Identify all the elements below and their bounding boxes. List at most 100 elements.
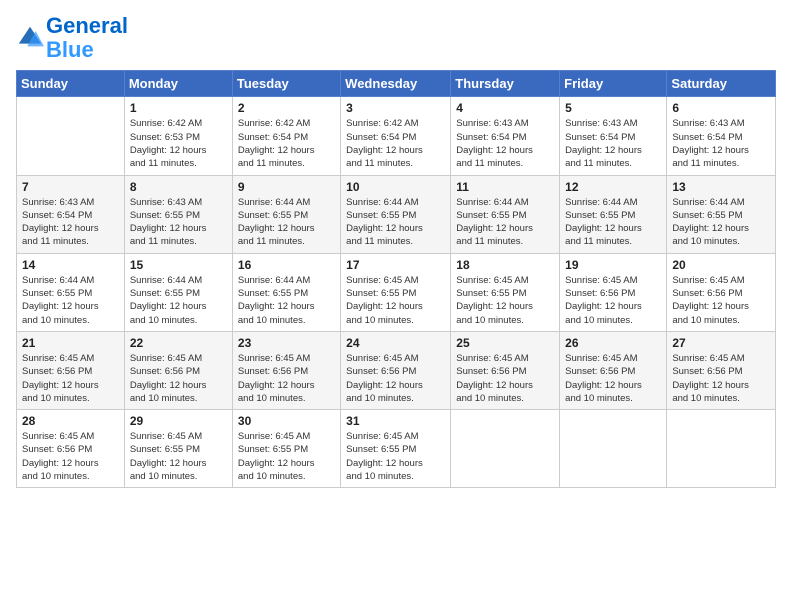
day-info: Sunrise: 6:44 AM Sunset: 6:55 PM Dayligh…: [346, 196, 445, 249]
calendar-cell: 23 Sunrise: 6:45 AM Sunset: 6:56 PM Dayli…: [232, 331, 340, 409]
day-info: Sunrise: 6:45 AM Sunset: 6:55 PM Dayligh…: [346, 274, 445, 327]
calendar-cell: 8 Sunrise: 6:43 AM Sunset: 6:55 PM Daylig…: [124, 175, 232, 253]
day-number: 28: [22, 414, 119, 428]
day-info: Sunrise: 6:45 AM Sunset: 6:55 PM Dayligh…: [238, 430, 335, 483]
day-number: 4: [456, 101, 554, 115]
calendar-cell: [667, 410, 776, 488]
day-number: 8: [130, 180, 227, 194]
logo-text-line1: General: [46, 14, 128, 38]
calendar-cell: 27Sunrise: 6:45 AM Sunset: 6:56 PM Dayli…: [667, 331, 776, 409]
day-number: 23: [238, 336, 335, 350]
day-number: 7: [22, 180, 119, 194]
calendar-week-1: 1 Sunrise: 6:42 AM Sunset: 6:53 PM Daylig…: [17, 97, 776, 175]
calendar-cell: 24 Sunrise: 6:45 AM Sunset: 6:56 PM Dayli…: [341, 331, 451, 409]
day-info: Sunrise: 6:44 AM Sunset: 6:55 PM Dayligh…: [565, 196, 661, 249]
day-info: Sunrise: 6:45 AM Sunset: 6:56 PM Dayligh…: [346, 352, 445, 405]
calendar-cell: 4 Sunrise: 6:43 AM Sunset: 6:54 PM Daylig…: [451, 97, 560, 175]
weekday-header-monday: Monday: [124, 71, 232, 97]
calendar-cell: 31 Sunrise: 6:45 AM Sunset: 6:55 PM Dayli…: [341, 410, 451, 488]
calendar-week-4: 21Sunrise: 6:45 AM Sunset: 6:56 PM Dayli…: [17, 331, 776, 409]
calendar-cell: 1 Sunrise: 6:42 AM Sunset: 6:53 PM Daylig…: [124, 97, 232, 175]
day-number: 26: [565, 336, 661, 350]
logo-icon: [16, 24, 44, 52]
calendar-cell: [17, 97, 125, 175]
day-info: Sunrise: 6:43 AM Sunset: 6:54 PM Dayligh…: [672, 117, 770, 170]
calendar-cell: 22 Sunrise: 6:45 AM Sunset: 6:56 PM Dayli…: [124, 331, 232, 409]
calendar-table: SundayMondayTuesdayWednesdayThursdayFrid…: [16, 70, 776, 488]
day-info: Sunrise: 6:45 AM Sunset: 6:56 PM Dayligh…: [22, 430, 119, 483]
calendar-cell: 15 Sunrise: 6:44 AM Sunset: 6:55 PM Dayli…: [124, 253, 232, 331]
day-number: 24: [346, 336, 445, 350]
day-number: 22: [130, 336, 227, 350]
calendar-cell: 29 Sunrise: 6:45 AM Sunset: 6:55 PM Dayli…: [124, 410, 232, 488]
header: General Blue: [16, 10, 776, 62]
calendar-cell: 2 Sunrise: 6:42 AM Sunset: 6:54 PM Daylig…: [232, 97, 340, 175]
day-number: 1: [130, 101, 227, 115]
day-info: Sunrise: 6:42 AM Sunset: 6:54 PM Dayligh…: [346, 117, 445, 170]
day-info: Sunrise: 6:45 AM Sunset: 6:56 PM Dayligh…: [565, 274, 661, 327]
day-number: 19: [565, 258, 661, 272]
day-info: Sunrise: 6:44 AM Sunset: 6:55 PM Dayligh…: [22, 274, 119, 327]
day-info: Sunrise: 6:44 AM Sunset: 6:55 PM Dayligh…: [456, 196, 554, 249]
day-number: 20: [672, 258, 770, 272]
calendar-week-3: 14 Sunrise: 6:44 AM Sunset: 6:55 PM Dayli…: [17, 253, 776, 331]
calendar-cell: [451, 410, 560, 488]
day-info: Sunrise: 6:45 AM Sunset: 6:56 PM Dayligh…: [672, 274, 770, 327]
day-info: Sunrise: 6:45 AM Sunset: 6:56 PM Dayligh…: [130, 352, 227, 405]
day-info: Sunrise: 6:42 AM Sunset: 6:54 PM Dayligh…: [238, 117, 335, 170]
day-info: Sunrise: 6:44 AM Sunset: 6:55 PM Dayligh…: [130, 274, 227, 327]
day-info: Sunrise: 6:43 AM Sunset: 6:54 PM Dayligh…: [22, 196, 119, 249]
calendar-cell: 3 Sunrise: 6:42 AM Sunset: 6:54 PM Daylig…: [341, 97, 451, 175]
calendar-cell: 9Sunrise: 6:44 AM Sunset: 6:55 PM Daylig…: [232, 175, 340, 253]
day-info: Sunrise: 6:43 AM Sunset: 6:55 PM Dayligh…: [130, 196, 227, 249]
calendar-cell: 13 Sunrise: 6:44 AM Sunset: 6:55 PM Dayli…: [667, 175, 776, 253]
day-number: 10: [346, 180, 445, 194]
calendar-cell: [560, 410, 667, 488]
day-info: Sunrise: 6:45 AM Sunset: 6:55 PM Dayligh…: [346, 430, 445, 483]
day-number: 31: [346, 414, 445, 428]
calendar-cell: 11 Sunrise: 6:44 AM Sunset: 6:55 PM Dayli…: [451, 175, 560, 253]
day-number: 17: [346, 258, 445, 272]
calendar-cell: 26 Sunrise: 6:45 AM Sunset: 6:56 PM Dayli…: [560, 331, 667, 409]
day-number: 3: [346, 101, 445, 115]
day-number: 18: [456, 258, 554, 272]
day-number: 25: [456, 336, 554, 350]
weekday-header-friday: Friday: [560, 71, 667, 97]
day-info: Sunrise: 6:42 AM Sunset: 6:53 PM Dayligh…: [130, 117, 227, 170]
page: General Blue SundayMondayTuesdayWednesda…: [0, 0, 792, 612]
day-number: 30: [238, 414, 335, 428]
calendar-header-row: SundayMondayTuesdayWednesdayThursdayFrid…: [17, 71, 776, 97]
calendar-week-2: 7 Sunrise: 6:43 AM Sunset: 6:54 PM Daylig…: [17, 175, 776, 253]
day-info: Sunrise: 6:44 AM Sunset: 6:55 PM Dayligh…: [672, 196, 770, 249]
day-number: 13: [672, 180, 770, 194]
calendar-cell: 14 Sunrise: 6:44 AM Sunset: 6:55 PM Dayli…: [17, 253, 125, 331]
logo: General Blue: [16, 14, 128, 62]
day-number: 29: [130, 414, 227, 428]
weekday-header-sunday: Sunday: [17, 71, 125, 97]
day-number: 16: [238, 258, 335, 272]
day-number: 2: [238, 101, 335, 115]
day-number: 14: [22, 258, 119, 272]
calendar-cell: 16 Sunrise: 6:44 AM Sunset: 6:55 PM Dayli…: [232, 253, 340, 331]
calendar-cell: 18 Sunrise: 6:45 AM Sunset: 6:55 PM Dayli…: [451, 253, 560, 331]
day-number: 9: [238, 180, 335, 194]
day-number: 11: [456, 180, 554, 194]
day-info: Sunrise: 6:45 AM Sunset: 6:55 PM Dayligh…: [456, 274, 554, 327]
calendar-cell: 30 Sunrise: 6:45 AM Sunset: 6:55 PM Dayli…: [232, 410, 340, 488]
day-number: 6: [672, 101, 770, 115]
day-info: Sunrise: 6:43 AM Sunset: 6:54 PM Dayligh…: [456, 117, 554, 170]
calendar-cell: 20 Sunrise: 6:45 AM Sunset: 6:56 PM Dayli…: [667, 253, 776, 331]
day-number: 15: [130, 258, 227, 272]
day-info: Sunrise: 6:45 AM Sunset: 6:56 PM Dayligh…: [238, 352, 335, 405]
calendar-cell: 12 Sunrise: 6:44 AM Sunset: 6:55 PM Dayli…: [560, 175, 667, 253]
calendar-cell: 5Sunrise: 6:43 AM Sunset: 6:54 PM Daylig…: [560, 97, 667, 175]
day-info: Sunrise: 6:44 AM Sunset: 6:55 PM Dayligh…: [238, 274, 335, 327]
calendar-cell: 21Sunrise: 6:45 AM Sunset: 6:56 PM Dayli…: [17, 331, 125, 409]
day-info: Sunrise: 6:45 AM Sunset: 6:56 PM Dayligh…: [565, 352, 661, 405]
calendar-cell: 17 Sunrise: 6:45 AM Sunset: 6:55 PM Dayli…: [341, 253, 451, 331]
weekday-header-saturday: Saturday: [667, 71, 776, 97]
calendar-cell: 28 Sunrise: 6:45 AM Sunset: 6:56 PM Dayli…: [17, 410, 125, 488]
day-info: Sunrise: 6:45 AM Sunset: 6:55 PM Dayligh…: [130, 430, 227, 483]
calendar-cell: 6 Sunrise: 6:43 AM Sunset: 6:54 PM Daylig…: [667, 97, 776, 175]
day-number: 12: [565, 180, 661, 194]
